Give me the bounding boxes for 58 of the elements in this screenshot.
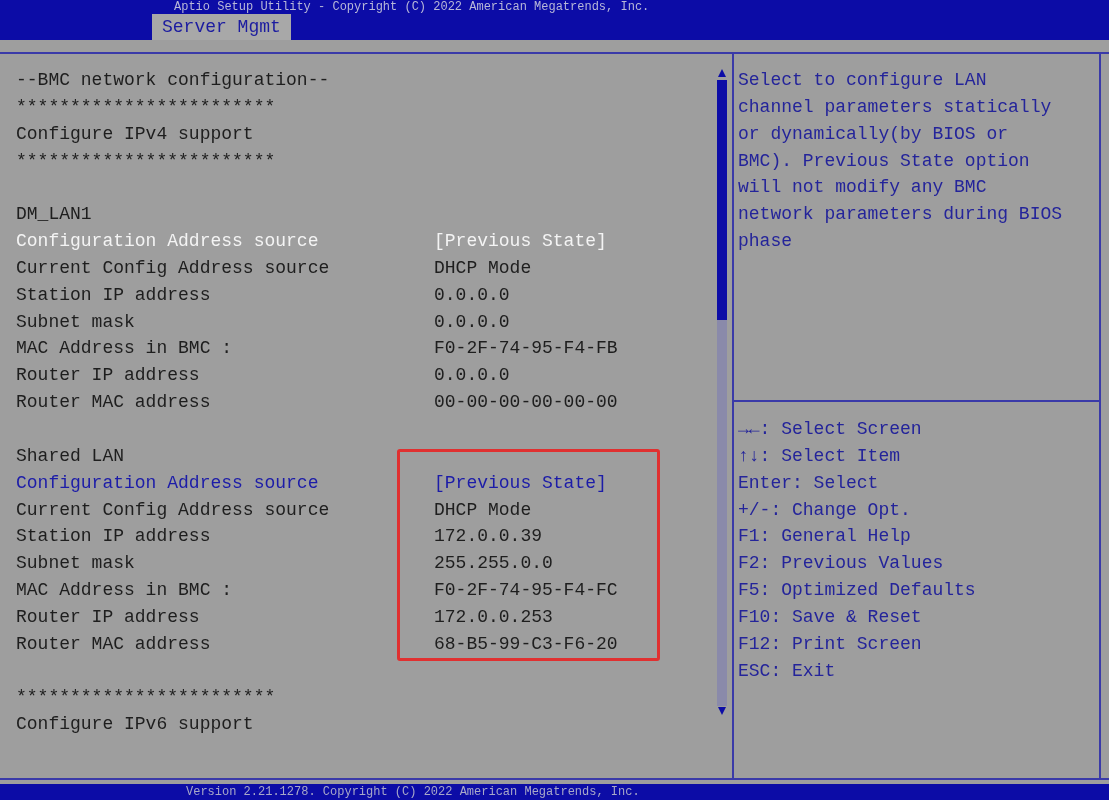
help-text: or dynamically(by BIOS or bbox=[738, 122, 1010, 146]
key-hint: F10: Save & Reset bbox=[738, 605, 923, 629]
footer-text: Version 2.21.1278. Copyright (C) 2022 American Megatrends, Inc. bbox=[186, 785, 640, 799]
info-value: F0-2F-74-95-F4-FB bbox=[434, 337, 618, 361]
info-label: Station IP address bbox=[16, 283, 212, 307]
key-hint: F5: Optimized Defaults bbox=[738, 579, 977, 603]
key-hint: ↑↓: Select Item bbox=[738, 444, 902, 468]
setting-label[interactable]: Configuration Address source bbox=[16, 228, 434, 255]
title-text: Aptio Setup Utility - Copyright (C) 2022 American Megatrends, Inc. bbox=[174, 0, 650, 14]
info-label: MAC Address in BMC : bbox=[16, 579, 234, 603]
key-hint: +/-: Change Opt. bbox=[738, 498, 912, 522]
setting-label[interactable]: Configuration Address source bbox=[16, 469, 434, 497]
info-value: 0.0.0.0 bbox=[434, 310, 510, 334]
info-value: 0.0.0.0 bbox=[434, 283, 510, 307]
help-text: phase bbox=[738, 230, 793, 254]
info-label: Subnet mask bbox=[16, 310, 136, 334]
key-hint: ESC: Exit bbox=[738, 659, 837, 683]
info-label: Router MAC address bbox=[16, 391, 212, 415]
info-label: Current Config Address source bbox=[16, 498, 331, 522]
key-hint: F12: Print Screen bbox=[738, 632, 923, 656]
section-text: ************************ bbox=[16, 149, 276, 173]
help-text: Select to configure LAN bbox=[738, 69, 988, 92]
key-hint: F1: General Help bbox=[738, 525, 912, 549]
section-text: Shared LAN bbox=[16, 444, 125, 468]
help-text: network parameters during BIOS bbox=[738, 203, 1064, 227]
info-label: Station IP address bbox=[16, 525, 212, 549]
section-text: --BMC network configuration-- bbox=[16, 69, 330, 92]
scroll-up-icon[interactable] bbox=[717, 68, 727, 78]
section-text: ************************ bbox=[16, 95, 276, 119]
info-value: 172.0.0.253 bbox=[434, 605, 553, 629]
setting-value[interactable]: [Previous State] bbox=[434, 228, 607, 255]
key-hint: →←: Select Screen bbox=[738, 418, 923, 441]
section-text: Configure IPv6 support bbox=[16, 713, 254, 737]
help-text: BMC). Previous State option bbox=[738, 149, 1031, 173]
key-hint: Enter: Select bbox=[738, 471, 880, 495]
section-text: DM_LAN1 bbox=[16, 203, 92, 227]
info-value: 0.0.0.0 bbox=[434, 364, 510, 388]
info-value: F0-2F-74-95-F4-FC bbox=[434, 579, 618, 603]
info-value: DHCP Mode bbox=[434, 256, 532, 280]
info-label: Subnet mask bbox=[16, 552, 136, 576]
info-value: 172.0.0.39 bbox=[434, 525, 543, 549]
info-value: 255.255.0.0 bbox=[434, 552, 553, 576]
setting-value[interactable]: [Previous State] bbox=[434, 469, 607, 497]
info-label: MAC Address in BMC : bbox=[16, 337, 234, 361]
info-label: Router IP address bbox=[16, 364, 201, 388]
help-text: will not modify any BMC bbox=[738, 176, 988, 200]
info-value: 68-B5-99-C3-F6-20 bbox=[434, 632, 618, 656]
info-value: DHCP Mode bbox=[434, 498, 532, 522]
scrollbar-thumb[interactable] bbox=[717, 80, 727, 320]
help-text: channel parameters statically bbox=[738, 95, 1053, 119]
info-label: Router MAC address bbox=[16, 632, 212, 656]
section-text: ************************ bbox=[16, 686, 276, 710]
info-value: 00-00-00-00-00-00 bbox=[434, 391, 618, 415]
menu-tab[interactable]: Server Mgmt bbox=[152, 14, 291, 40]
section-text: Configure IPv4 support bbox=[16, 122, 254, 146]
key-hint: F2: Previous Values bbox=[738, 552, 945, 576]
info-label: Current Config Address source bbox=[16, 256, 331, 280]
info-label: Router IP address bbox=[16, 605, 201, 629]
